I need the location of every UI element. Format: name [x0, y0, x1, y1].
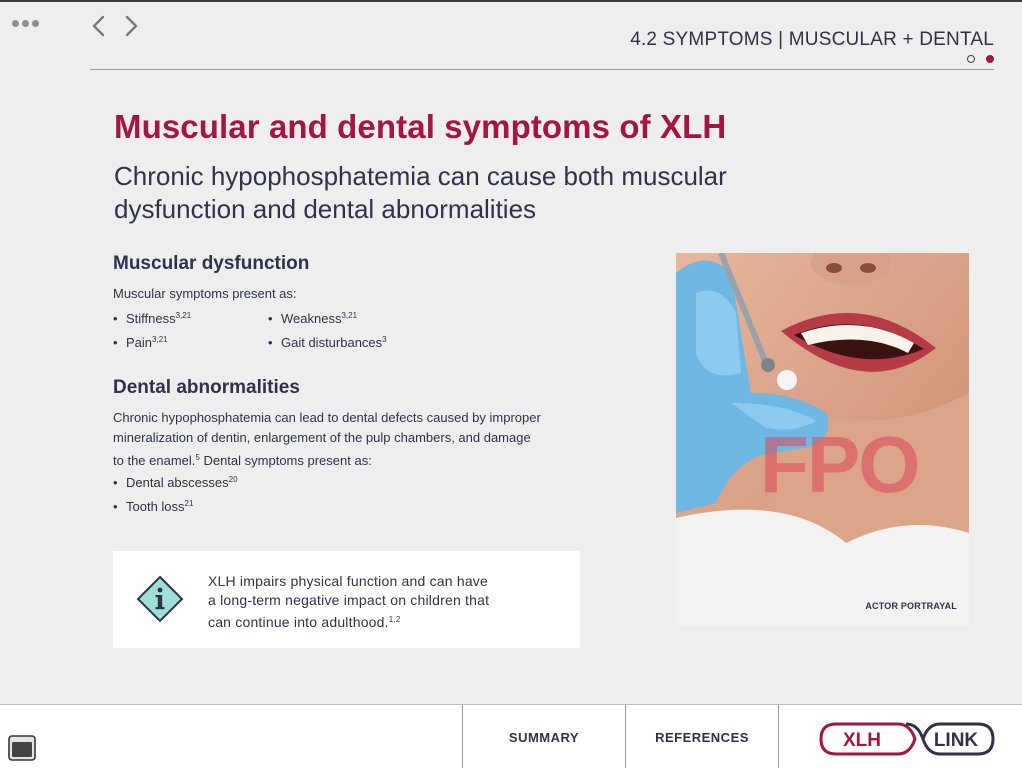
bullet-gait: Gait disturbances3: [268, 335, 387, 350]
page-dot-2-active[interactable]: [986, 55, 994, 63]
header-divider: [90, 69, 994, 70]
window-icon[interactable]: [8, 735, 36, 761]
forward-arrow-button[interactable]: [120, 14, 142, 38]
chevron-left-icon: [92, 15, 105, 37]
logo-text-xlh: XLH: [843, 730, 881, 751]
info-callout: XLH impairs physical function and can ha…: [113, 551, 580, 648]
callout-text: XLH impairs physical function and can ha…: [208, 573, 490, 630]
page-title: Muscular and dental symptoms of XLH: [114, 108, 727, 145]
muscular-intro: Muscular symptoms present as:: [113, 286, 297, 301]
xlh-link-logo[interactable]: XLH LINK: [818, 721, 996, 757]
footer-bar: SUMMARY REFERENCES XLH LINK: [0, 704, 1022, 768]
footer-divider: [778, 705, 779, 768]
info-diamond-icon: [136, 575, 184, 623]
dental-exam-photo: FPO ACTOR PORTRAYAL: [676, 253, 969, 625]
page-indicator: [967, 55, 994, 63]
dental-paragraph: Chronic hypophosphatemia can lead to den…: [113, 410, 541, 468]
summary-button[interactable]: SUMMARY: [463, 705, 625, 768]
logo-text-link: LINK: [934, 730, 979, 751]
bullet-stiffness: Stiffness3,21: [113, 311, 191, 326]
chevron-right-icon: [125, 15, 138, 37]
bullet-tooth-loss: Tooth loss21: [113, 499, 194, 514]
bullet-dental-abscesses: Dental abscesses20: [113, 475, 237, 490]
bullet-weakness: Weakness3,21: [268, 311, 357, 326]
page-dot-1[interactable]: [967, 55, 975, 63]
top-border: [0, 0, 1022, 2]
section-title: 4.2 SYMPTOMS | MUSCULAR + DENTAL: [630, 29, 994, 50]
muscular-heading: Muscular dysfunction: [113, 253, 310, 274]
fpo-watermark: FPO: [760, 420, 920, 509]
bullet-pain: Pain3,21: [113, 335, 167, 350]
actor-portrayal-caption: ACTOR PORTRAYAL: [865, 601, 957, 611]
dental-heading: Dental abnormalities: [113, 377, 300, 398]
references-button[interactable]: REFERENCES: [626, 705, 778, 768]
page-subtitle: Chronic hypophosphatemia can cause both …: [114, 161, 727, 224]
more-menu-icon[interactable]: [12, 20, 39, 27]
back-arrow-button[interactable]: [88, 14, 110, 38]
